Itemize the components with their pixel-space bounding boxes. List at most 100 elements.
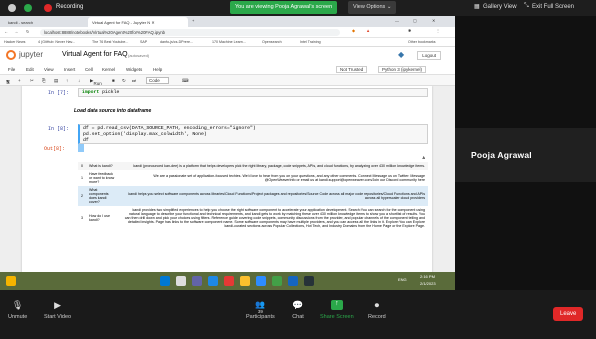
extensions-icon[interactable]: ✱ [408, 28, 412, 33]
unmute-button[interactable]: 🎙 Unmute [8, 300, 27, 320]
gallery-icon[interactable]: ▦ [474, 3, 480, 10]
new-tab-icon[interactable]: + [192, 18, 194, 23]
bookmark-item[interactable]: 4 (GitHub: Never Hav... [38, 40, 75, 44]
not-trusted-badge[interactable]: Not Trusted [336, 66, 368, 73]
shield-icon[interactable] [24, 4, 32, 12]
answer-cell: kandi (pronounced kan-dee) is a platform… [119, 162, 428, 170]
kernel-indicator[interactable]: Python 3 (ipykernel) [378, 66, 427, 73]
jupyter-logo-icon[interactable] [6, 50, 16, 60]
info-icon[interactable] [8, 4, 16, 12]
share-screen-button[interactable]: ↑ Share Screen [320, 300, 354, 320]
share-banner: You are viewing Pooja Agrawal's screen [230, 1, 338, 14]
paste-icon[interactable]: ▤ [54, 78, 58, 84]
row-index: 3 [81, 216, 83, 220]
logout-button[interactable]: Logout [417, 51, 441, 60]
chat-button[interactable]: 💬 Chat [292, 300, 304, 320]
teams-icon[interactable] [192, 276, 202, 286]
menu-insert[interactable]: Insert [64, 67, 75, 72]
cut-icon[interactable]: ✂ [30, 78, 34, 84]
alert-icon[interactable]: ▲ [366, 28, 370, 33]
copy-icon[interactable]: ⎘ [42, 78, 46, 83]
recording-label: Recording [56, 4, 84, 10]
clock-time[interactable]: 2:16 PM [420, 274, 435, 279]
menu-edit[interactable]: Edit [26, 67, 34, 72]
exit-fullscreen-icon[interactable]: ⤡ [524, 3, 529, 10]
browser-tab-bar: kandi - search Virtual Agent for FAQ - J… [0, 16, 455, 27]
word-icon[interactable] [288, 276, 298, 286]
bookmark-item[interactable]: danfo-js/cs-DPrere... [160, 40, 193, 44]
minimize-icon[interactable]: — [395, 18, 399, 23]
chat-icon: 💬 [292, 300, 304, 310]
row-index: 0 [78, 162, 86, 170]
url-field[interactable]: localhost:8888/notebooks/Virtual%20Agent… [40, 29, 340, 36]
participant-tile[interactable]: Pooja Agrawal [455, 128, 596, 182]
question-cell: Have feedback or want to know more? [89, 172, 115, 184]
menu-kernel[interactable]: Kernel [102, 67, 115, 72]
bookmark-item[interactable]: 170 Machine Learn... [212, 40, 246, 44]
bookmark-item[interactable]: Opensearch [262, 40, 282, 44]
notebook-title[interactable]: Virtual Agent for FAQ [62, 51, 128, 58]
menu-widgets[interactable]: Widgets [126, 67, 142, 72]
shared-screen: kandi - search Virtual Agent for FAQ - J… [0, 16, 455, 290]
jupyter-brand[interactable]: jupyter [19, 50, 43, 59]
save-icon[interactable]: 🖫 [6, 78, 10, 86]
start-icon[interactable] [160, 276, 170, 286]
participants-button[interactable]: 👥39 Participants [246, 300, 275, 320]
close-window-icon[interactable]: ✕ [432, 18, 435, 23]
code-cell[interactable]: df = pd.read_csv(DATA_SOURCE_PATH, encod… [78, 124, 428, 144]
tab-kandi-search[interactable]: kandi - search [4, 17, 86, 27]
code-cell[interactable]: import pickle [78, 88, 428, 97]
add-cell-icon[interactable]: + [18, 78, 21, 83]
answer-cell: kandi provides two simplified experience… [124, 208, 425, 228]
stop-icon[interactable]: ■ [112, 78, 115, 83]
bookmark-item[interactable]: Intel Training [300, 40, 321, 44]
address-bar: ← → ↻ localhost:8888/notebooks/Virtual%2… [0, 27, 455, 38]
answer-cell: kandi helps you select software componen… [119, 186, 428, 206]
gallery-view-button[interactable]: Gallery View [483, 4, 517, 10]
back-icon[interactable]: ← [4, 29, 8, 34]
weather-icon[interactable] [6, 276, 16, 286]
search-icon[interactable] [176, 276, 186, 286]
menu-file[interactable]: File [8, 67, 15, 72]
explorer-icon[interactable] [240, 276, 250, 286]
reload-icon[interactable]: ↻ [26, 29, 30, 34]
keyboard-icon[interactable]: ⌨ [182, 78, 189, 84]
menu-icon[interactable]: ⋮ [436, 28, 440, 33]
move-up-icon[interactable]: ↑ [66, 78, 68, 83]
zoom-icon[interactable] [256, 276, 266, 286]
leave-button[interactable]: Leave [553, 307, 584, 321]
close-icon[interactable]: ✕ [151, 20, 154, 25]
tab-jupyter[interactable]: Virtual Agent for FAQ - Jupyter N ✕ [88, 17, 188, 27]
bookmark-item[interactable]: The 76 Best Youtube... [92, 40, 128, 44]
record-button[interactable]: ⏺ Record [368, 300, 386, 320]
menu-cell[interactable]: Cell [85, 67, 93, 72]
record-icon: ⏺ [374, 300, 380, 310]
cell-type-select[interactable]: Code [146, 77, 169, 84]
chrome-icon[interactable] [272, 276, 282, 286]
fast-forward-icon[interactable]: ⏭ [132, 78, 136, 83]
clock-date[interactable]: 2/1/2023 [420, 281, 436, 286]
notebook-page: In [7]: import pickle Load data source i… [22, 86, 432, 279]
bookmark-item[interactable]: SAP [140, 40, 147, 44]
language-indicator[interactable]: ENG [398, 277, 407, 282]
maximize-icon[interactable]: ▢ [413, 18, 417, 23]
start-video-button[interactable]: ▶ Start Video [44, 300, 71, 320]
bookmark-item[interactable]: Hacker News [4, 40, 25, 44]
edge-icon[interactable] [208, 276, 218, 286]
terminal-icon[interactable] [304, 276, 314, 286]
video-off-icon: ▶ [54, 300, 62, 310]
move-down-icon[interactable]: ↓ [78, 78, 80, 83]
exit-fullscreen-button[interactable]: Exit Full Screen [532, 4, 574, 10]
other-bookmarks[interactable]: Other bookmarks [408, 40, 436, 44]
menu-view[interactable]: View [44, 67, 54, 72]
menu-help[interactable]: Help [153, 67, 162, 72]
markdown-cell[interactable]: Load data source into dataframe [74, 108, 151, 114]
run-button[interactable]: ▶ Run [90, 78, 102, 86]
view-options-button[interactable]: View Options ⌄ [348, 1, 397, 14]
answer-cell: We are a passionate set of application-f… [153, 174, 425, 182]
brave-icon[interactable]: ◆ [352, 28, 355, 33]
app-icon[interactable] [224, 276, 234, 286]
restart-icon[interactable]: ↻ [122, 78, 126, 84]
microphone-muted-icon: 🎙 [11, 300, 24, 310]
forward-icon[interactable]: → [14, 29, 18, 34]
